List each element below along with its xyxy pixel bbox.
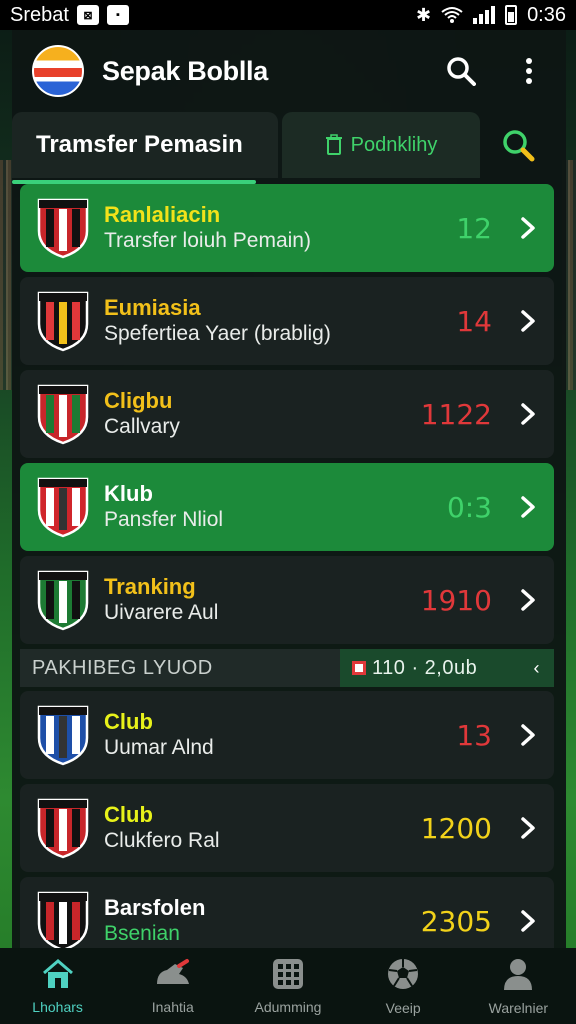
home-icon: [41, 958, 75, 995]
item-title: Barsfolen: [104, 895, 206, 920]
chevron-right-icon: [521, 496, 535, 518]
app-title: Sepak Boblla: [102, 55, 268, 86]
list-item[interactable]: Club Uumar Alnd 13: [20, 691, 554, 779]
tab-secondary-label: Podnklihy: [350, 133, 438, 156]
item-subtitle: Bsenian: [104, 922, 180, 945]
item-title: Cligbu: [104, 388, 173, 413]
trash-icon: [325, 134, 342, 155]
overflow-menu-button[interactable]: [512, 54, 546, 88]
section-meta-text: 110 · 2,0ub: [372, 656, 478, 679]
section-meta[interactable]: 110 · 2,0ub ‹: [340, 649, 554, 687]
item-subtitle: Callvary: [104, 415, 180, 438]
notification-icon: ⊠: [76, 5, 99, 25]
item-value: 12: [456, 211, 492, 245]
search-icon: [447, 57, 476, 86]
list-item[interactable]: Club Clukfero Ral 1200: [20, 784, 554, 872]
signal-icon: [473, 6, 496, 24]
list-item[interactable]: Cligbu Callvary 1122: [20, 370, 554, 458]
item-value: 1122: [420, 397, 492, 431]
app-panel: Sepak Boblla Tramsfer Pemasin Podnklihy …: [12, 30, 566, 965]
club-crest-icon: [36, 569, 90, 631]
chevron-right-icon: [521, 217, 535, 239]
club-crest-icon: [36, 476, 90, 538]
club-crest-icon: [36, 290, 90, 352]
section-header: PAKHIBEG LYUOD 110 · 2,0ub ‹: [20, 649, 554, 687]
list-item[interactable]: Klub Pansfer Nliol 0:3: [20, 463, 554, 551]
club-crest-icon: [36, 797, 90, 859]
chevron-right-icon: [521, 910, 535, 932]
item-value: 14: [456, 304, 492, 338]
section-label: PAKHIBEG LYUOD: [32, 656, 213, 679]
more-vertical-icon: [526, 58, 532, 84]
notification-icon-2: ▪: [106, 5, 129, 25]
list-item[interactable]: Eumiasia Spefertiea Yaer (brablig) 14: [20, 277, 554, 365]
list-item[interactable]: Ranlaliacin Trarsfer loiuh Pemain) 12: [20, 184, 554, 272]
item-value: 0:3: [446, 490, 492, 524]
club-crest-icon: [36, 890, 90, 952]
nav-label: Inahtia: [151, 998, 194, 1015]
nav-label: Warelnier: [488, 999, 549, 1016]
item-title: Club: [104, 802, 153, 827]
tab-search-button[interactable]: [480, 112, 556, 178]
bottom-nav: Lhohars Inahtia Adumming Veeip Warelnier: [0, 948, 576, 1024]
club-crest-icon: [36, 197, 90, 259]
item-subtitle: Uivarere Aul: [104, 601, 219, 624]
tab-transfer[interactable]: Tramsfer Pemasin: [12, 112, 278, 178]
nav-label: Adumming: [254, 998, 322, 1015]
item-title: Tranking: [104, 574, 196, 599]
item-subtitle: Spefertiea Yaer (brablig): [104, 322, 331, 345]
app-logo: [32, 45, 84, 97]
wifi-icon: [441, 7, 463, 23]
nav-item[interactable]: Warelnier: [463, 957, 573, 1016]
flag-icon: [352, 661, 366, 675]
item-title: Eumiasia: [104, 295, 201, 320]
item-value: 2305: [420, 904, 492, 938]
list-item[interactable]: Tranking Uivarere Aul 1910: [20, 556, 554, 644]
item-value: 13: [456, 718, 492, 752]
battery-icon: [505, 5, 518, 25]
grid-icon: [272, 958, 304, 995]
item-subtitle: Trarsfer loiuh Pemain): [104, 229, 311, 252]
carrier-label: Srebat: [10, 3, 69, 26]
tab-bar: Tramsfer Pemasin Podnklihy: [12, 112, 566, 184]
app-bar: Sepak Boblla: [12, 30, 566, 112]
vibrate-icon: ✱: [415, 4, 432, 25]
status-bar: Srebat ⊠ ▪ ✱ 0:36: [0, 0, 576, 30]
boot-icon: [153, 958, 193, 995]
nav-item[interactable]: Veeip: [348, 957, 458, 1016]
item-subtitle: Clukfero Ral: [104, 829, 220, 852]
item-title: Klub: [104, 481, 153, 506]
chevron-right-icon: [521, 724, 535, 746]
item-title: Club: [104, 709, 153, 734]
chevron-right-icon: [521, 817, 535, 839]
nav-item[interactable]: Lhohars: [3, 958, 113, 1015]
tab-secondary[interactable]: Podnklihy: [282, 112, 480, 178]
chevron-right-icon: [521, 310, 535, 332]
nav-label: Lhohars: [32, 998, 83, 1015]
chevron-left-icon: ‹: [533, 657, 540, 678]
item-subtitle: Pansfer Nliol: [104, 508, 224, 531]
search-icon: [503, 130, 535, 162]
item-title: Ranlaliacin: [104, 202, 221, 227]
ball-icon: [386, 957, 420, 996]
item-subtitle: Uumar Alnd: [104, 736, 214, 759]
profile-icon: [502, 957, 534, 996]
item-value: 1200: [420, 811, 492, 845]
clock: 0:36: [527, 3, 566, 26]
chevron-right-icon: [521, 589, 535, 611]
search-button[interactable]: [444, 54, 478, 88]
club-crest-icon: [36, 704, 90, 766]
chevron-right-icon: [521, 403, 535, 425]
club-crest-icon: [36, 383, 90, 445]
transfer-list: Ranlaliacin Trarsfer loiuh Pemain) 12 Eu…: [20, 184, 554, 970]
item-value: 1910: [420, 583, 492, 617]
nav-label: Veeip: [385, 999, 421, 1016]
nav-item[interactable]: Adumming: [233, 958, 343, 1015]
nav-item[interactable]: Inahtia: [118, 958, 228, 1015]
